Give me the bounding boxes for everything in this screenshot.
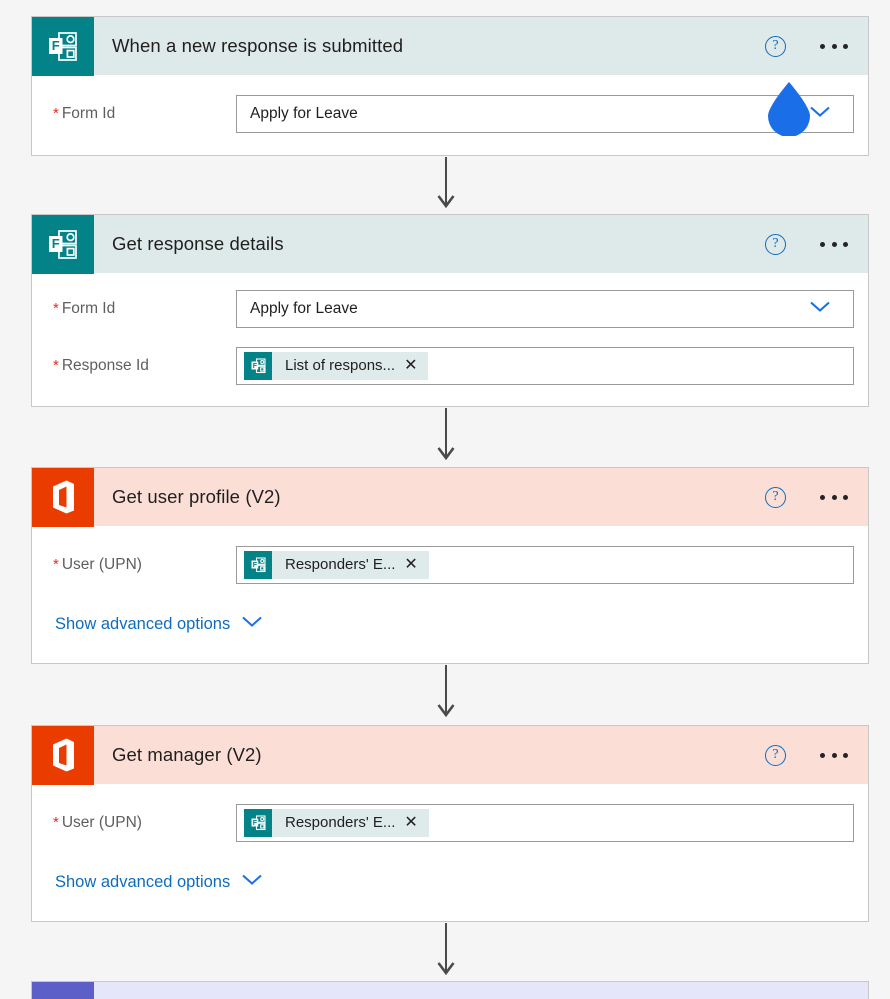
- microsoft-forms-icon: F: [32, 214, 94, 274]
- field-label-text: User (UPN): [61, 555, 142, 573]
- office-365-icon: [32, 725, 94, 785]
- chevron-down-icon[interactable]: [809, 299, 831, 318]
- user-upn-input[interactable]: F Responders' E... ✕: [236, 803, 854, 842]
- card-body: * User (UPN) F Responders' E... ✕ Show a…: [32, 799, 868, 908]
- connector-arrow-icon: [437, 447, 455, 460]
- required-marker: *: [53, 299, 59, 317]
- form-id-dropdown[interactable]: Apply for Leave: [236, 289, 854, 328]
- required-marker: *: [53, 356, 59, 374]
- card-actions: ?: [765, 215, 850, 274]
- microsoft-forms-icon: F: [244, 808, 272, 837]
- svg-text:F: F: [252, 363, 257, 370]
- card-title: Get response details: [112, 233, 284, 254]
- card-body: * User (UPN) F Responders' E... ✕ Show a…: [32, 541, 868, 650]
- svg-text:F: F: [252, 820, 257, 827]
- dynamic-content-token[interactable]: F Responders' E... ✕: [244, 808, 429, 837]
- card-title: Get user profile (V2): [112, 486, 281, 507]
- card-body: * Form Id Apply for Leave: [32, 90, 868, 137]
- microsoft-forms-icon: F: [32, 16, 94, 76]
- field-row-form-id: * Form Id Apply for Leave: [32, 90, 868, 137]
- field-label-text: Response Id: [61, 356, 149, 374]
- flow-step-card-partial[interactable]: [31, 981, 869, 999]
- card-header[interactable]: Get manager (V2) ?: [31, 725, 869, 785]
- flow-designer-canvas: F When a new response is submitted ? * Fo…: [0, 0, 890, 999]
- flow-step-card-get-response-details[interactable]: F Get response details ? * Form Id Apply …: [31, 214, 869, 407]
- dynamic-content-token[interactable]: F List of respons... ✕: [244, 351, 429, 380]
- field-label: * User (UPN): [32, 814, 236, 832]
- field-row-user-upn: * User (UPN) F Responders' E... ✕: [32, 541, 868, 588]
- response-id-input[interactable]: F List of respons... ✕: [236, 346, 854, 385]
- help-icon[interactable]: ?: [765, 36, 786, 57]
- field-label: * Form Id: [32, 300, 236, 318]
- card-header[interactable]: [31, 981, 869, 999]
- help-icon[interactable]: ?: [765, 487, 786, 508]
- connector-arrow-icon: [437, 704, 455, 717]
- chevron-down-icon[interactable]: [241, 873, 263, 891]
- user-upn-input[interactable]: F Responders' E... ✕: [236, 545, 854, 584]
- svg-text:F: F: [52, 38, 60, 53]
- field-row-response-id: * Response Id F List of respons... ✕: [32, 342, 868, 389]
- connector-arrow-icon: [437, 195, 455, 208]
- flow-step-card-get-user-profile-v2[interactable]: Get user profile (V2) ? * User (UPN) F R…: [31, 467, 869, 664]
- field-row-user-upn: * User (UPN) F Responders' E... ✕: [32, 799, 868, 846]
- show-advanced-options-button[interactable]: Show advanced options: [32, 856, 868, 908]
- more-commands-icon[interactable]: [818, 38, 850, 55]
- field-label-text: User (UPN): [61, 813, 142, 831]
- token-label: Responders' E...: [285, 814, 396, 831]
- token-label: Responders' E...: [285, 556, 396, 573]
- svg-text:F: F: [252, 562, 257, 569]
- card-header[interactable]: F When a new response is submitted ?: [31, 16, 869, 76]
- card-title: When a new response is submitted: [112, 35, 404, 56]
- card-header[interactable]: Get user profile (V2) ?: [31, 467, 869, 527]
- card-title: Get manager (V2): [112, 744, 262, 765]
- more-commands-icon[interactable]: [818, 489, 850, 506]
- microsoft-teams-icon: [32, 981, 94, 999]
- card-actions: ?: [765, 468, 850, 527]
- more-commands-icon[interactable]: [818, 747, 850, 764]
- connector-arrow-icon: [437, 962, 455, 975]
- card-header[interactable]: F Get response details ?: [31, 214, 869, 274]
- field-label: * Form Id: [32, 105, 236, 123]
- office-365-icon: [32, 467, 94, 527]
- microsoft-forms-icon: F: [244, 550, 272, 579]
- card-body: *Form Id Apply for Leave *Response Id: [32, 285, 868, 389]
- close-icon[interactable]: ✕: [404, 814, 428, 831]
- help-icon[interactable]: ?: [765, 234, 786, 255]
- token-label: List of respons...: [285, 357, 396, 374]
- form-id-value: Apply for Leave: [250, 299, 358, 317]
- microsoft-forms-icon: F: [244, 351, 272, 380]
- dynamic-content-token[interactable]: F Responders' E... ✕: [244, 550, 429, 579]
- show-advanced-options-button[interactable]: Show advanced options: [32, 598, 868, 650]
- flow-step-card-when-a-new-response-is-submitted[interactable]: F When a new response is submitted ? * Fo…: [31, 16, 869, 156]
- required-marker: *: [53, 813, 59, 831]
- more-commands-icon[interactable]: [818, 236, 850, 253]
- required-marker: *: [53, 104, 59, 122]
- close-icon[interactable]: ✕: [404, 556, 428, 573]
- flow-step-card-get-manager-v2[interactable]: Get manager (V2) ? * User (UPN) F Respon…: [31, 725, 869, 922]
- form-id-value: Apply for Leave: [250, 104, 358, 122]
- svg-text:F: F: [52, 236, 60, 251]
- form-id-dropdown[interactable]: Apply for Leave: [236, 94, 854, 133]
- card-actions: ?: [765, 17, 850, 76]
- show-advanced-options-label: Show advanced options: [55, 614, 231, 633]
- show-advanced-options-label: Show advanced options: [55, 872, 231, 891]
- close-icon[interactable]: ✕: [404, 357, 428, 374]
- field-label-text: Form Id: [61, 104, 116, 122]
- help-icon[interactable]: ?: [765, 745, 786, 766]
- chevron-down-icon[interactable]: [809, 104, 831, 123]
- chevron-down-icon[interactable]: [241, 615, 263, 633]
- field-label: * Response Id: [32, 357, 236, 375]
- card-actions: ?: [765, 726, 850, 785]
- field-row-form-id: * Form Id Apply for Leave: [32, 285, 868, 332]
- required-marker: *: [53, 555, 59, 573]
- field-label: * User (UPN): [32, 556, 236, 574]
- field-label-text: Form Id: [61, 299, 116, 317]
